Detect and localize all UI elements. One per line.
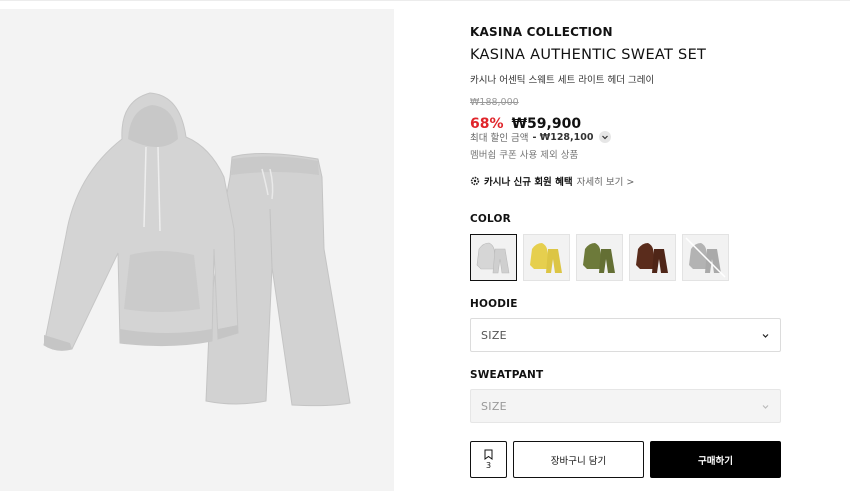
swatch-grey-soldout[interactable] xyxy=(682,234,729,281)
gear-icon xyxy=(470,176,480,186)
product-image xyxy=(0,9,394,491)
sweatpant-size-placeholder: SIZE xyxy=(481,399,507,413)
product-name-korean: 카시나 어센틱 스웨트 세트 라이트 헤더 그레이 xyxy=(470,75,655,86)
bookmark-icon xyxy=(484,449,493,460)
original-price: ₩188,000 xyxy=(470,97,519,108)
brand-name[interactable]: KASINA COLLECTION xyxy=(470,25,613,39)
wishlist-button[interactable]: 3 xyxy=(470,441,507,478)
swatch-yellow[interactable] xyxy=(523,234,570,281)
wishlist-count: 3 xyxy=(485,461,492,470)
purchase-actions: 3 장바구니 담기 구매하기 xyxy=(470,441,781,478)
max-discount-label: 최대 할인 금액 xyxy=(470,133,529,144)
swatch-olive[interactable] xyxy=(576,234,623,281)
sweatpant-label: SWEATPANT xyxy=(470,369,544,381)
max-discount-value: - ₩128,100 xyxy=(532,131,594,143)
benefit-text: 카시나 신규 회원 혜택 xyxy=(484,177,573,188)
hoodie-illustration xyxy=(43,92,239,351)
coupon-note: 멤버쉽 쿠폰 사용 제외 상품 xyxy=(470,150,579,161)
chevron-down-icon xyxy=(762,404,769,409)
swatch-light-heather-grey[interactable] xyxy=(470,234,517,281)
swatch-brown[interactable] xyxy=(629,234,676,281)
chevron-down-icon[interactable] xyxy=(599,131,612,143)
color-swatches xyxy=(470,234,735,281)
member-benefit-link[interactable]: 카시나 신규 회원 혜택 자세히 보기 > xyxy=(470,174,634,188)
color-label: COLOR xyxy=(470,213,511,225)
hoodie-size-placeholder: SIZE xyxy=(481,328,507,342)
add-to-cart-button[interactable]: 장바구니 담기 xyxy=(513,441,644,478)
product-name: KASINA AUTHENTIC SWEAT SET xyxy=(470,47,707,63)
sweatpant-size-select[interactable]: SIZE xyxy=(470,389,781,423)
hoodie-size-select[interactable]: SIZE xyxy=(470,318,781,352)
hoodie-label: HOODIE xyxy=(470,298,518,310)
benefit-detail-link[interactable]: 자세히 보기 > xyxy=(577,174,635,188)
max-discount-row: 최대 할인 금액 - ₩128,100 xyxy=(470,130,612,144)
top-divider xyxy=(0,0,850,1)
chevron-down-icon xyxy=(762,333,769,338)
buy-now-button[interactable]: 구매하기 xyxy=(650,441,781,478)
